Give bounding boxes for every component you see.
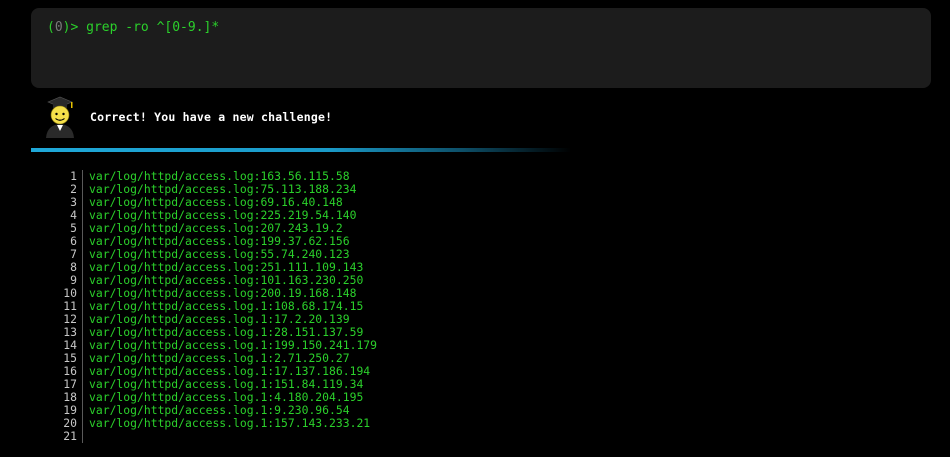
command-text: grep -ro ^[0-9.]* — [86, 20, 220, 35]
output-line-text: var/log/httpd/access.log.1:157.143.233.2… — [89, 416, 371, 430]
prompt-open-paren: ( — [47, 20, 55, 35]
line-number: 3 — [52, 196, 83, 209]
line-number: 6 — [52, 235, 83, 248]
line-number: 7 — [52, 248, 83, 261]
prompt-exit-code: 0 — [54, 20, 63, 35]
command-input[interactable]: (0)> grep -ro ^[0-9.]* — [31, 8, 931, 88]
challenge-progress-fill — [31, 148, 571, 152]
line-number: 2 — [52, 183, 83, 196]
command-output: 1 var/log/httpd/access.log:163.56.115.58 2… — [52, 170, 377, 443]
challenge-progress-bar — [31, 148, 571, 152]
line-number: 21 — [52, 430, 83, 443]
output-line: 21 — [52, 430, 377, 443]
graduate-avatar-icon — [46, 96, 74, 138]
line-number: 8 — [52, 261, 83, 274]
feedback-banner: Correct! You have a new challenge! — [40, 96, 332, 138]
feedback-message: Correct! You have a new challenge! — [90, 110, 333, 124]
line-number: 1 — [52, 170, 83, 183]
line-number: 5 — [52, 222, 83, 235]
prompt-symbol: )> — [62, 20, 79, 35]
line-number: 4 — [52, 209, 83, 222]
output-line: 20 var/log/httpd/access.log.1:157.143.233… — [52, 417, 377, 430]
